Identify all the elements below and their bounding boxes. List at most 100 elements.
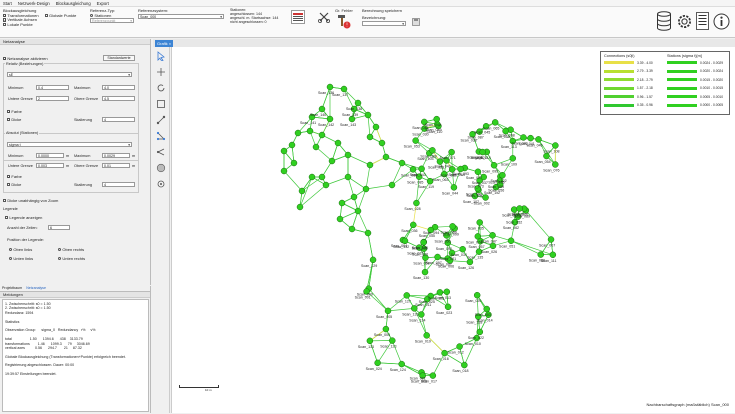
report-icon[interactable] [291,10,305,24]
station-node[interactable] [528,135,534,141]
station-node[interactable] [373,124,379,130]
station-node[interactable] [385,308,391,314]
station-node[interactable] [337,216,343,222]
station-node[interactable] [491,162,497,168]
menu-export[interactable]: Export [97,1,109,6]
standardwerte-button[interactable]: Standardwerte [103,55,135,61]
referenzsystem-combo[interactable]: Scan_000 [138,14,224,19]
station-node[interactable] [480,149,486,155]
station-node[interactable] [499,172,505,178]
station-node[interactable] [449,149,455,155]
station-node[interactable] [444,289,450,295]
station-node[interactable] [313,144,319,150]
zoom-box-icon[interactable] [155,98,167,110]
rel-skalierung-input[interactable]: 4 [102,117,135,122]
station-node[interactable] [355,208,361,214]
station-node[interactable] [477,329,483,335]
station-node[interactable] [363,186,369,192]
close-icon[interactable]: × [169,41,171,46]
station-node[interactable] [351,194,357,200]
pos-oben-rechts-radio[interactable]: Oben rechts [58,247,84,252]
gear-icon[interactable] [675,12,693,30]
station-node[interactable] [538,252,544,258]
station-node[interactable] [477,219,483,225]
dicke-checkbox[interactable]: Dicke [7,182,21,187]
station-node[interactable] [341,86,347,92]
station-node[interactable] [410,166,416,172]
station-node[interactable] [460,246,466,252]
abs-min-input[interactable]: 0.0000 [36,153,64,158]
station-node[interactable] [517,205,523,211]
menu-netzwerk-design[interactable]: Netzwerk-Design [18,1,50,6]
globale-punkte-checkbox[interactable]: Globale Punkte [45,13,77,18]
station-node[interactable] [335,140,341,146]
bezeichnung-combo[interactable] [362,21,406,26]
station-node[interactable] [552,161,558,167]
station-node[interactable] [295,130,301,136]
abs-max-input[interactable]: 0.0029 [102,153,130,158]
station-node[interactable] [467,259,473,265]
station-node[interactable] [289,142,295,148]
station-node[interactable] [422,269,428,275]
station-node[interactable] [327,84,333,90]
station-node[interactable] [484,306,490,312]
station-node[interactable] [370,257,376,263]
station-node[interactable] [345,152,351,158]
station-node[interactable] [424,332,430,338]
station-node[interactable] [404,292,410,298]
tab-grafik[interactable]: Grafik × [155,40,173,47]
station-node[interactable] [475,169,481,175]
station-node[interactable] [490,232,496,238]
station-node[interactable] [299,188,305,194]
sphere-icon[interactable] [155,162,167,174]
station-node[interactable] [434,116,440,122]
station-node[interactable] [367,338,373,344]
station-node[interactable] [291,160,297,166]
station-node[interactable] [410,222,416,228]
database-icon[interactable] [655,10,673,32]
absolut-combo[interactable]: sigma t [7,142,132,147]
abs-lower-input[interactable]: 0.003 [36,163,64,168]
farbe-checkbox[interactable]: ✓Farbe [7,174,22,179]
rotate-icon[interactable] [155,82,167,94]
station-node[interactable] [474,292,480,298]
station-icon[interactable] [155,178,167,190]
station-node[interactable] [389,338,395,344]
menu-start[interactable]: Start [3,1,12,6]
gr-fehler-group[interactable]: Gr. Fehler ! [335,8,357,29]
station-node[interactable] [297,204,303,210]
station-node[interactable] [383,154,389,160]
save-icon[interactable] [412,18,420,26]
station-node[interactable] [550,252,556,258]
network-icon[interactable] [155,130,167,142]
rel-lower-input[interactable]: 2 [36,96,69,101]
station-node[interactable] [483,195,489,201]
station-node[interactable] [430,373,436,379]
farbe-checkbox[interactable]: ✓Farbe [7,109,22,114]
station-node[interactable] [510,155,516,161]
station-node[interactable] [535,136,541,142]
dicke-zoom-checkbox[interactable]: Dicke unabhängig von Zoom [3,198,58,203]
station-node[interactable] [367,162,373,168]
pos-oben-links-radio[interactable]: Oben links [9,247,32,252]
document-list-icon[interactable] [695,11,709,31]
abs-skalierung-input[interactable]: 4 [102,182,135,187]
station-node[interactable] [552,142,558,148]
abs-upper-input[interactable]: 0.01 [102,163,130,168]
station-node[interactable] [365,112,371,118]
station-node[interactable] [383,326,389,332]
station-node[interactable] [281,148,287,154]
station-node[interactable] [319,174,325,180]
station-node[interactable] [450,223,456,229]
referenzpunkt-combo[interactable]: Referenzpunkt [90,18,134,23]
station-node[interactable] [548,236,554,242]
station-node[interactable] [492,119,498,125]
info-icon[interactable] [712,12,730,30]
station-node[interactable] [418,311,424,317]
station-node[interactable] [319,132,325,138]
station-node[interactable] [490,243,496,249]
rel-min-input[interactable]: 0.4 [36,85,69,90]
rel-max-input[interactable]: 4.0 [102,85,135,90]
relativ-combo[interactable]: sE [7,72,132,77]
station-node[interactable] [399,160,405,166]
